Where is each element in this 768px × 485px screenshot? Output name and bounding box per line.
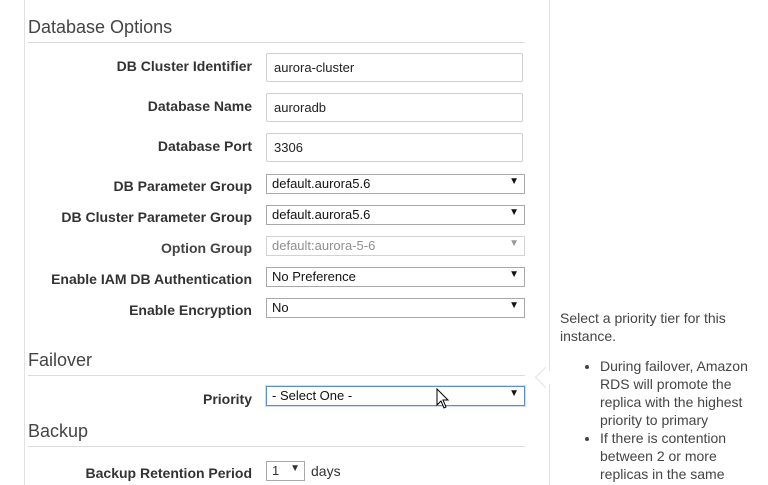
help-intro: Select a priority tier for this instance…	[560, 310, 726, 344]
enable-iam-db-authentication-value: No Preference	[272, 269, 356, 284]
enable-encryption-value: No	[272, 300, 289, 315]
label-db-cluster-identifier: DB Cluster Identifier	[116, 58, 252, 74]
backup-retention-period-select[interactable]: 1 ▼	[266, 461, 305, 481]
db-parameter-group-select[interactable]: default.aurora5.6 ▼	[266, 174, 525, 194]
chevron-down-icon: ▼	[509, 176, 519, 187]
mouse-pointer-icon	[436, 388, 450, 409]
section-title-database-options: Database Options	[28, 17, 173, 37]
chevron-down-icon: ▼	[509, 300, 519, 311]
section-divider	[28, 375, 525, 376]
help-bullet-list: During failover, Amazon RDS will promote…	[560, 357, 760, 483]
db-cluster-parameter-group-value: default.aurora5.6	[272, 207, 371, 222]
label-db-parameter-group: DB Parameter Group	[113, 178, 252, 194]
chevron-down-icon: ▼	[509, 238, 519, 249]
label-enable-iam-db-authentication: Enable IAM DB Authentication	[51, 271, 252, 287]
chevron-down-icon: ▼	[509, 207, 519, 218]
priority-select[interactable]: - Select One - ▼	[266, 386, 525, 406]
chevron-down-icon: ▼	[290, 463, 300, 474]
label-database-port: Database Port	[157, 138, 252, 154]
help-bullet: During failover, Amazon RDS will promote…	[600, 357, 760, 429]
label-database-name: Database Name	[147, 98, 252, 114]
chevron-down-icon: ▼	[509, 388, 519, 399]
label-priority: Priority	[202, 391, 252, 407]
enable-encryption-select[interactable]: No ▼	[266, 298, 525, 318]
enable-iam-db-authentication-select[interactable]: No Preference ▼	[266, 267, 525, 287]
chevron-down-icon: ▼	[509, 269, 519, 280]
section-title-backup: Backup	[28, 421, 89, 441]
db-cluster-identifier-input[interactable]	[266, 53, 523, 82]
option-group-value: default:aurora-5-6	[272, 238, 376, 253]
label-backup-retention-period: Backup Retention Period	[85, 465, 252, 481]
label-db-cluster-parameter-group: DB Cluster Parameter Group	[61, 209, 252, 225]
database-port-input[interactable]	[266, 133, 523, 162]
backup-retention-unit: days	[311, 463, 341, 479]
help-bullet: If there is contention between 2 or more…	[600, 429, 760, 483]
option-group-select: default:aurora-5-6 ▼	[266, 236, 525, 256]
section-divider	[28, 446, 525, 447]
label-enable-encryption: Enable Encryption	[129, 302, 252, 318]
section-title-failover: Failover	[28, 350, 93, 370]
section-divider	[28, 42, 525, 43]
label-option-group: Option Group	[161, 240, 252, 256]
db-parameter-group-value: default.aurora5.6	[272, 176, 371, 191]
database-name-input[interactable]	[266, 93, 523, 122]
priority-help-text: Select a priority tier for this instance…	[560, 309, 760, 483]
backup-retention-period-value: 1	[272, 463, 280, 478]
priority-value: - Select One -	[272, 388, 353, 403]
db-cluster-parameter-group-select[interactable]: default.aurora5.6 ▼	[266, 205, 525, 225]
